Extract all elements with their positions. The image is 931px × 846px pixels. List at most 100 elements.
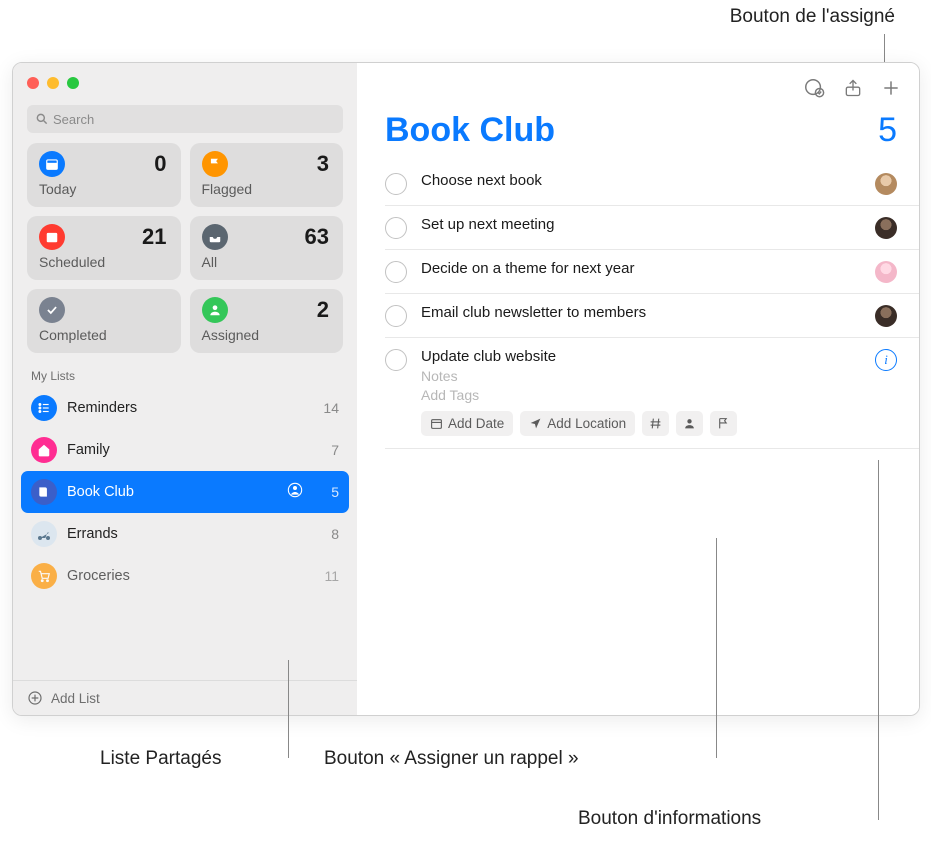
- flag-icon: [717, 417, 730, 430]
- list-name: Errands: [67, 526, 305, 542]
- callout-shared-list: Liste Partagés: [100, 748, 221, 770]
- fullscreen-window-button[interactable]: [67, 77, 79, 89]
- calendar-icon: [430, 417, 443, 430]
- assignee-avatar[interactable]: [875, 217, 897, 239]
- reminder-row[interactable]: Set up next meeting: [385, 206, 919, 250]
- app-window: Search 0 Today 3 Flagged: [12, 62, 920, 716]
- list-count: 14: [315, 400, 339, 416]
- sidebar-item-book-club[interactable]: Book Club 5: [21, 471, 349, 513]
- sidebar-item-family[interactable]: Family 7: [13, 429, 357, 471]
- smart-assigned[interactable]: 2 Assigned: [190, 289, 344, 353]
- minimize-window-button[interactable]: [47, 77, 59, 89]
- smart-completed-label: Completed: [39, 327, 169, 343]
- location-icon: [529, 417, 542, 430]
- list-name: Groceries: [67, 568, 305, 584]
- smart-assigned-label: Assigned: [202, 327, 332, 343]
- smart-all[interactable]: 63 All: [190, 216, 344, 280]
- list-count: 11: [315, 568, 339, 584]
- list-header: Book Club 5: [357, 107, 919, 162]
- complete-toggle[interactable]: [385, 349, 407, 371]
- sidebar: Search 0 Today 3 Flagged: [13, 63, 357, 715]
- plus-circle-icon: [27, 690, 43, 706]
- smart-assigned-count: 2: [317, 297, 329, 323]
- search-placeholder: Search: [53, 112, 94, 127]
- assignee-avatar[interactable]: [875, 173, 897, 195]
- add-location-chip[interactable]: Add Location: [520, 411, 635, 436]
- tray-icon: [202, 224, 228, 250]
- callout-assignee: Bouton de l'assigné: [730, 6, 895, 28]
- callout-info-button: Bouton d'informations: [578, 808, 761, 830]
- smart-all-count: 63: [305, 224, 329, 250]
- add-list-label: Add List: [51, 691, 100, 706]
- assignee-avatar[interactable]: [875, 305, 897, 327]
- reminder-tags-field[interactable]: Add Tags: [421, 387, 861, 403]
- list-count: 8: [315, 526, 339, 542]
- complete-toggle[interactable]: [385, 173, 407, 195]
- reminder-title: Choose next book: [421, 172, 861, 189]
- reminder-row[interactable]: Decide on a theme for next year: [385, 250, 919, 294]
- callout-line: [878, 460, 879, 820]
- reminder-notes-field[interactable]: Notes: [421, 368, 861, 384]
- window-controls: [13, 63, 357, 97]
- list-count: 7: [315, 442, 339, 458]
- toolbar: [357, 63, 919, 107]
- smart-today[interactable]: 0 Today: [27, 143, 181, 207]
- list-count: 5: [315, 484, 339, 500]
- chip-label: Add Date: [448, 416, 504, 431]
- assign-reminder-chip[interactable]: [676, 411, 703, 436]
- add-date-chip[interactable]: Add Date: [421, 411, 513, 436]
- reminder-title: Update club website: [421, 348, 861, 365]
- add-tag-chip[interactable]: [642, 411, 669, 436]
- reminders-list: Choose next book Set up next meeting Dec…: [357, 162, 919, 449]
- cart-icon: [31, 563, 57, 589]
- add-list-button[interactable]: Add List: [13, 680, 357, 715]
- collaborate-icon: [803, 77, 825, 99]
- sidebar-item-groceries[interactable]: Groceries 11: [13, 555, 357, 597]
- reminder-row-expanded[interactable]: Update club website Notes Add Tags Add D…: [385, 338, 919, 449]
- list-name: Reminders: [67, 400, 305, 416]
- flag-icon: [202, 151, 228, 177]
- smart-flagged-count: 3: [317, 151, 329, 177]
- search-input[interactable]: Search: [27, 105, 343, 133]
- info-button[interactable]: i: [875, 349, 897, 371]
- scooter-icon: [31, 521, 57, 547]
- sidebar-lists: Reminders 14 Family 7 Book Club 5: [13, 387, 357, 680]
- smart-flagged[interactable]: 3 Flagged: [190, 143, 344, 207]
- share-button[interactable]: [843, 78, 863, 98]
- check-icon: [39, 297, 65, 323]
- list-bullets-icon: [31, 395, 57, 421]
- sidebar-item-errands[interactable]: Errands 8: [13, 513, 357, 555]
- smart-completed[interactable]: Completed: [27, 289, 181, 353]
- reminder-row[interactable]: Choose next book: [385, 162, 919, 206]
- complete-toggle[interactable]: [385, 305, 407, 327]
- complete-toggle[interactable]: [385, 217, 407, 239]
- list-total-count: 5: [878, 111, 897, 150]
- person-icon: [202, 297, 228, 323]
- smart-scheduled[interactable]: 21 Scheduled: [27, 216, 181, 280]
- reminder-title: Set up next meeting: [421, 216, 861, 233]
- reminder-title: Decide on a theme for next year: [421, 260, 861, 277]
- list-name: Family: [67, 442, 305, 458]
- person-icon: [683, 417, 696, 430]
- smart-today-label: Today: [39, 181, 169, 197]
- smart-all-label: All: [202, 254, 332, 270]
- list-name: Book Club: [67, 484, 277, 500]
- smart-scheduled-count: 21: [142, 224, 166, 250]
- sidebar-section-my-lists: My Lists: [13, 363, 357, 387]
- complete-toggle[interactable]: [385, 261, 407, 283]
- callout-line: [716, 538, 717, 758]
- close-window-button[interactable]: [27, 77, 39, 89]
- assignee-avatar[interactable]: [875, 261, 897, 283]
- callout-assign-reminder: Bouton « Assigner un rappel »: [324, 748, 579, 770]
- new-reminder-button[interactable]: [881, 78, 901, 98]
- chip-label: Add Location: [547, 416, 626, 431]
- smart-today-count: 0: [154, 151, 166, 177]
- collaborate-button[interactable]: [803, 77, 825, 99]
- home-icon: [31, 437, 57, 463]
- flag-chip[interactable]: [710, 411, 737, 436]
- callout-line: [288, 660, 289, 758]
- sidebar-item-reminders[interactable]: Reminders 14: [13, 387, 357, 429]
- reminder-row[interactable]: Email club newsletter to members: [385, 294, 919, 338]
- smart-scheduled-label: Scheduled: [39, 254, 169, 270]
- shared-list-icon: [287, 482, 303, 502]
